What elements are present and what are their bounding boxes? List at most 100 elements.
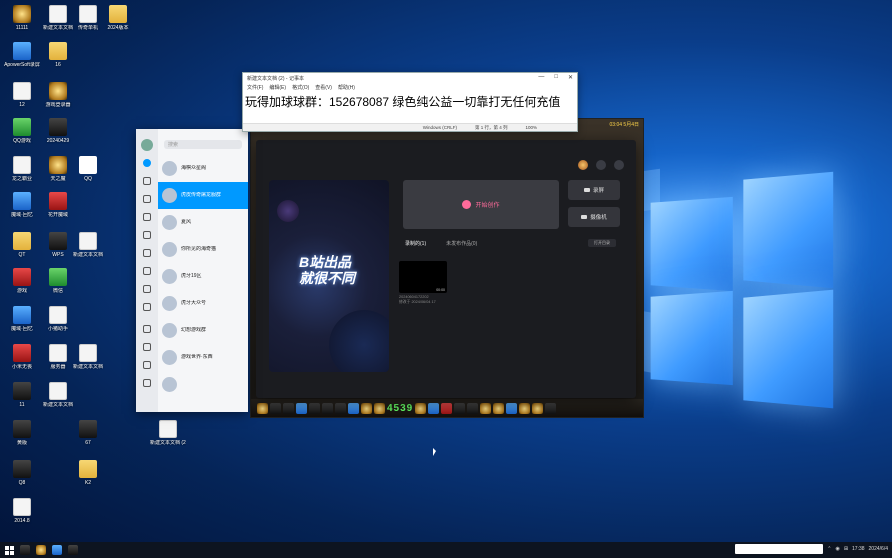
skill-icon[interactable] bbox=[428, 402, 440, 414]
taskbar-app-icon[interactable] bbox=[36, 545, 46, 555]
skill-icon[interactable] bbox=[335, 402, 346, 414]
desktop-icon[interactable]: 微信 bbox=[40, 268, 76, 294]
desktop-icon[interactable]: 新建文本文档 (2) bbox=[150, 420, 186, 446]
cloud-icon[interactable] bbox=[143, 285, 151, 293]
tray-icon[interactable]: ◉ bbox=[835, 546, 839, 552]
desktop-icon[interactable]: 67 bbox=[70, 420, 106, 446]
skill-icon[interactable] bbox=[480, 402, 492, 414]
taskbar-app-icon[interactable] bbox=[20, 545, 30, 555]
clock-time[interactable]: 17:38 bbox=[852, 546, 865, 552]
grid-icon[interactable] bbox=[143, 267, 151, 275]
desktop-icon[interactable]: 游戏登录器 bbox=[40, 82, 76, 108]
skill-icon[interactable] bbox=[296, 402, 307, 414]
skill-icon[interactable] bbox=[257, 402, 268, 414]
skill-icon[interactable] bbox=[454, 402, 466, 414]
close-icon[interactable]: ✕ bbox=[568, 74, 573, 81]
list-item[interactable]: 游戏世界·东西 bbox=[158, 344, 248, 371]
list-item[interactable]: 虎皮传奇屠龙服群 bbox=[158, 182, 248, 209]
desktop-icon[interactable]: QQ游戏 bbox=[4, 118, 40, 144]
skill-icon[interactable] bbox=[374, 402, 385, 414]
menu-item[interactable]: 文件(F) bbox=[247, 84, 263, 91]
clock-date[interactable]: 2024/6/4 bbox=[869, 546, 888, 552]
menu-item[interactable]: 格式(O) bbox=[292, 84, 309, 91]
desktop-icon[interactable]: 2024版本 bbox=[100, 5, 136, 31]
desktop-icon[interactable]: 新建文本文档 bbox=[40, 382, 76, 408]
desktop-icon[interactable]: 11 bbox=[4, 382, 40, 408]
taskbar-search-input[interactable] bbox=[735, 544, 824, 554]
menu-item[interactable]: 查看(V) bbox=[315, 84, 332, 91]
tray-icon[interactable]: ⊞ bbox=[844, 546, 848, 552]
desktop-icon[interactable]: 16 bbox=[40, 42, 76, 68]
maximize-icon[interactable]: □ bbox=[554, 74, 558, 81]
list-item[interactable]: 幻想游戏群 bbox=[158, 317, 248, 344]
close-icon[interactable] bbox=[614, 160, 624, 170]
desktop-icon[interactable]: 小猪助手 bbox=[40, 306, 76, 332]
list-item[interactable]: 虎牙大众号 bbox=[158, 290, 248, 317]
menu-icon[interactable] bbox=[143, 379, 151, 387]
apps-icon[interactable] bbox=[143, 303, 151, 311]
desktop-icon[interactable]: 2014.8 bbox=[4, 498, 40, 524]
desktop-icon[interactable]: QQ bbox=[70, 156, 106, 182]
tab-records[interactable]: 录制的(1) bbox=[405, 240, 426, 247]
skill-icon[interactable] bbox=[467, 402, 479, 414]
list-item[interactable]: 夏风 bbox=[158, 209, 248, 236]
qq-window[interactable]: 搜索 海棋众星阁 虎皮传奇屠龙服群 夏风 你所见的海奇猫 虎牙19区 虎牙大众号 幻想游戏群… bbox=[136, 129, 248, 412]
menu-item[interactable]: 编辑(E) bbox=[269, 84, 286, 91]
desktop-icon[interactable]: 20240429 bbox=[40, 118, 76, 144]
desktop-icon[interactable]: Q8 bbox=[4, 460, 40, 486]
desktop-icon[interactable]: 12 bbox=[4, 82, 40, 108]
desktop-icon[interactable]: K2 bbox=[70, 460, 106, 486]
skill-icon[interactable] bbox=[283, 402, 294, 414]
desktop-icon[interactable]: 花开魔域 bbox=[40, 192, 76, 218]
skill-icon[interactable] bbox=[545, 402, 557, 414]
desktop-icon[interactable]: 新建文本文档 bbox=[70, 344, 106, 370]
skill-icon[interactable] bbox=[506, 402, 518, 414]
desktop-icon[interactable]: 游戏 bbox=[4, 268, 40, 294]
user-avatar[interactable] bbox=[578, 160, 588, 170]
skill-icon[interactable] bbox=[361, 402, 372, 414]
hash-icon[interactable] bbox=[143, 213, 151, 221]
skill-icon[interactable] bbox=[270, 402, 281, 414]
game-icon[interactable] bbox=[143, 231, 151, 239]
chat-icon[interactable] bbox=[143, 249, 151, 257]
notepad-text-area[interactable]: 玩得加球球群：152678087 绿色纯公益一切靠打无任何充值 bbox=[243, 92, 577, 111]
skill-icon[interactable] bbox=[519, 402, 531, 414]
notepad-window[interactable]: 新建文本文档 (2) - 记事本 — □ ✕ 文件(F) 编辑(E) 格式(O) 查看… bbox=[242, 72, 578, 132]
start-button[interactable] bbox=[5, 545, 14, 555]
tray-icon[interactable]: ⌃ bbox=[827, 546, 831, 552]
list-item[interactable]: 虎牙19区 bbox=[158, 263, 248, 290]
avatar[interactable] bbox=[141, 139, 153, 151]
taskbar-app-icon[interactable] bbox=[68, 545, 78, 555]
folder-icon[interactable] bbox=[143, 343, 151, 351]
contacts-icon[interactable] bbox=[143, 177, 151, 185]
list-item[interactable]: 海棋众星阁 bbox=[158, 155, 248, 182]
skill-icon[interactable] bbox=[493, 402, 505, 414]
skill-icon[interactable] bbox=[348, 402, 359, 414]
desktop-icon[interactable]: 魔域·回忆 bbox=[4, 306, 40, 332]
star-icon[interactable] bbox=[143, 195, 151, 203]
minimize-icon[interactable]: — bbox=[538, 74, 544, 81]
recording-thumbnail[interactable]: 00:00 bbox=[399, 261, 447, 293]
tab-unpublished[interactable]: 未发布作品(0) bbox=[446, 240, 477, 247]
list-item[interactable]: 你所见的海奇猫 bbox=[158, 236, 248, 263]
desktop-icon[interactable]: 魔域·回忆 bbox=[4, 192, 40, 218]
desktop-icon[interactable]: 小米无畏 bbox=[4, 344, 40, 370]
screen-record-button[interactable]: 录屏 bbox=[568, 180, 620, 200]
open-folder-button[interactable]: 打开目录 bbox=[588, 239, 616, 247]
desktop-icon[interactable]: QT bbox=[4, 232, 40, 258]
recorder-window[interactable]: B站出品 就很不同 开始创作 录屏 摄像机 录制的(1) 未发布作品(0) 打开… bbox=[256, 140, 636, 398]
taskbar-app-icon[interactable] bbox=[52, 545, 62, 555]
game-skill-bar[interactable]: 4539 bbox=[251, 399, 643, 417]
skill-icon[interactable] bbox=[415, 402, 427, 414]
camera-button[interactable]: 摄像机 bbox=[568, 207, 620, 227]
favorite-icon[interactable] bbox=[143, 361, 151, 369]
desktop-icon[interactable]: 新建文本文档 bbox=[70, 232, 106, 258]
mail-icon[interactable] bbox=[143, 325, 151, 333]
skill-icon[interactable] bbox=[441, 402, 453, 414]
desktop-icon[interactable]: 龙之霸业 bbox=[4, 156, 40, 182]
desktop-icon[interactable]: 黄版 bbox=[4, 420, 40, 446]
message-icon[interactable] bbox=[143, 159, 151, 167]
list-item[interactable] bbox=[158, 371, 248, 398]
skill-icon[interactable] bbox=[532, 402, 544, 414]
skill-icon[interactable] bbox=[309, 402, 320, 414]
